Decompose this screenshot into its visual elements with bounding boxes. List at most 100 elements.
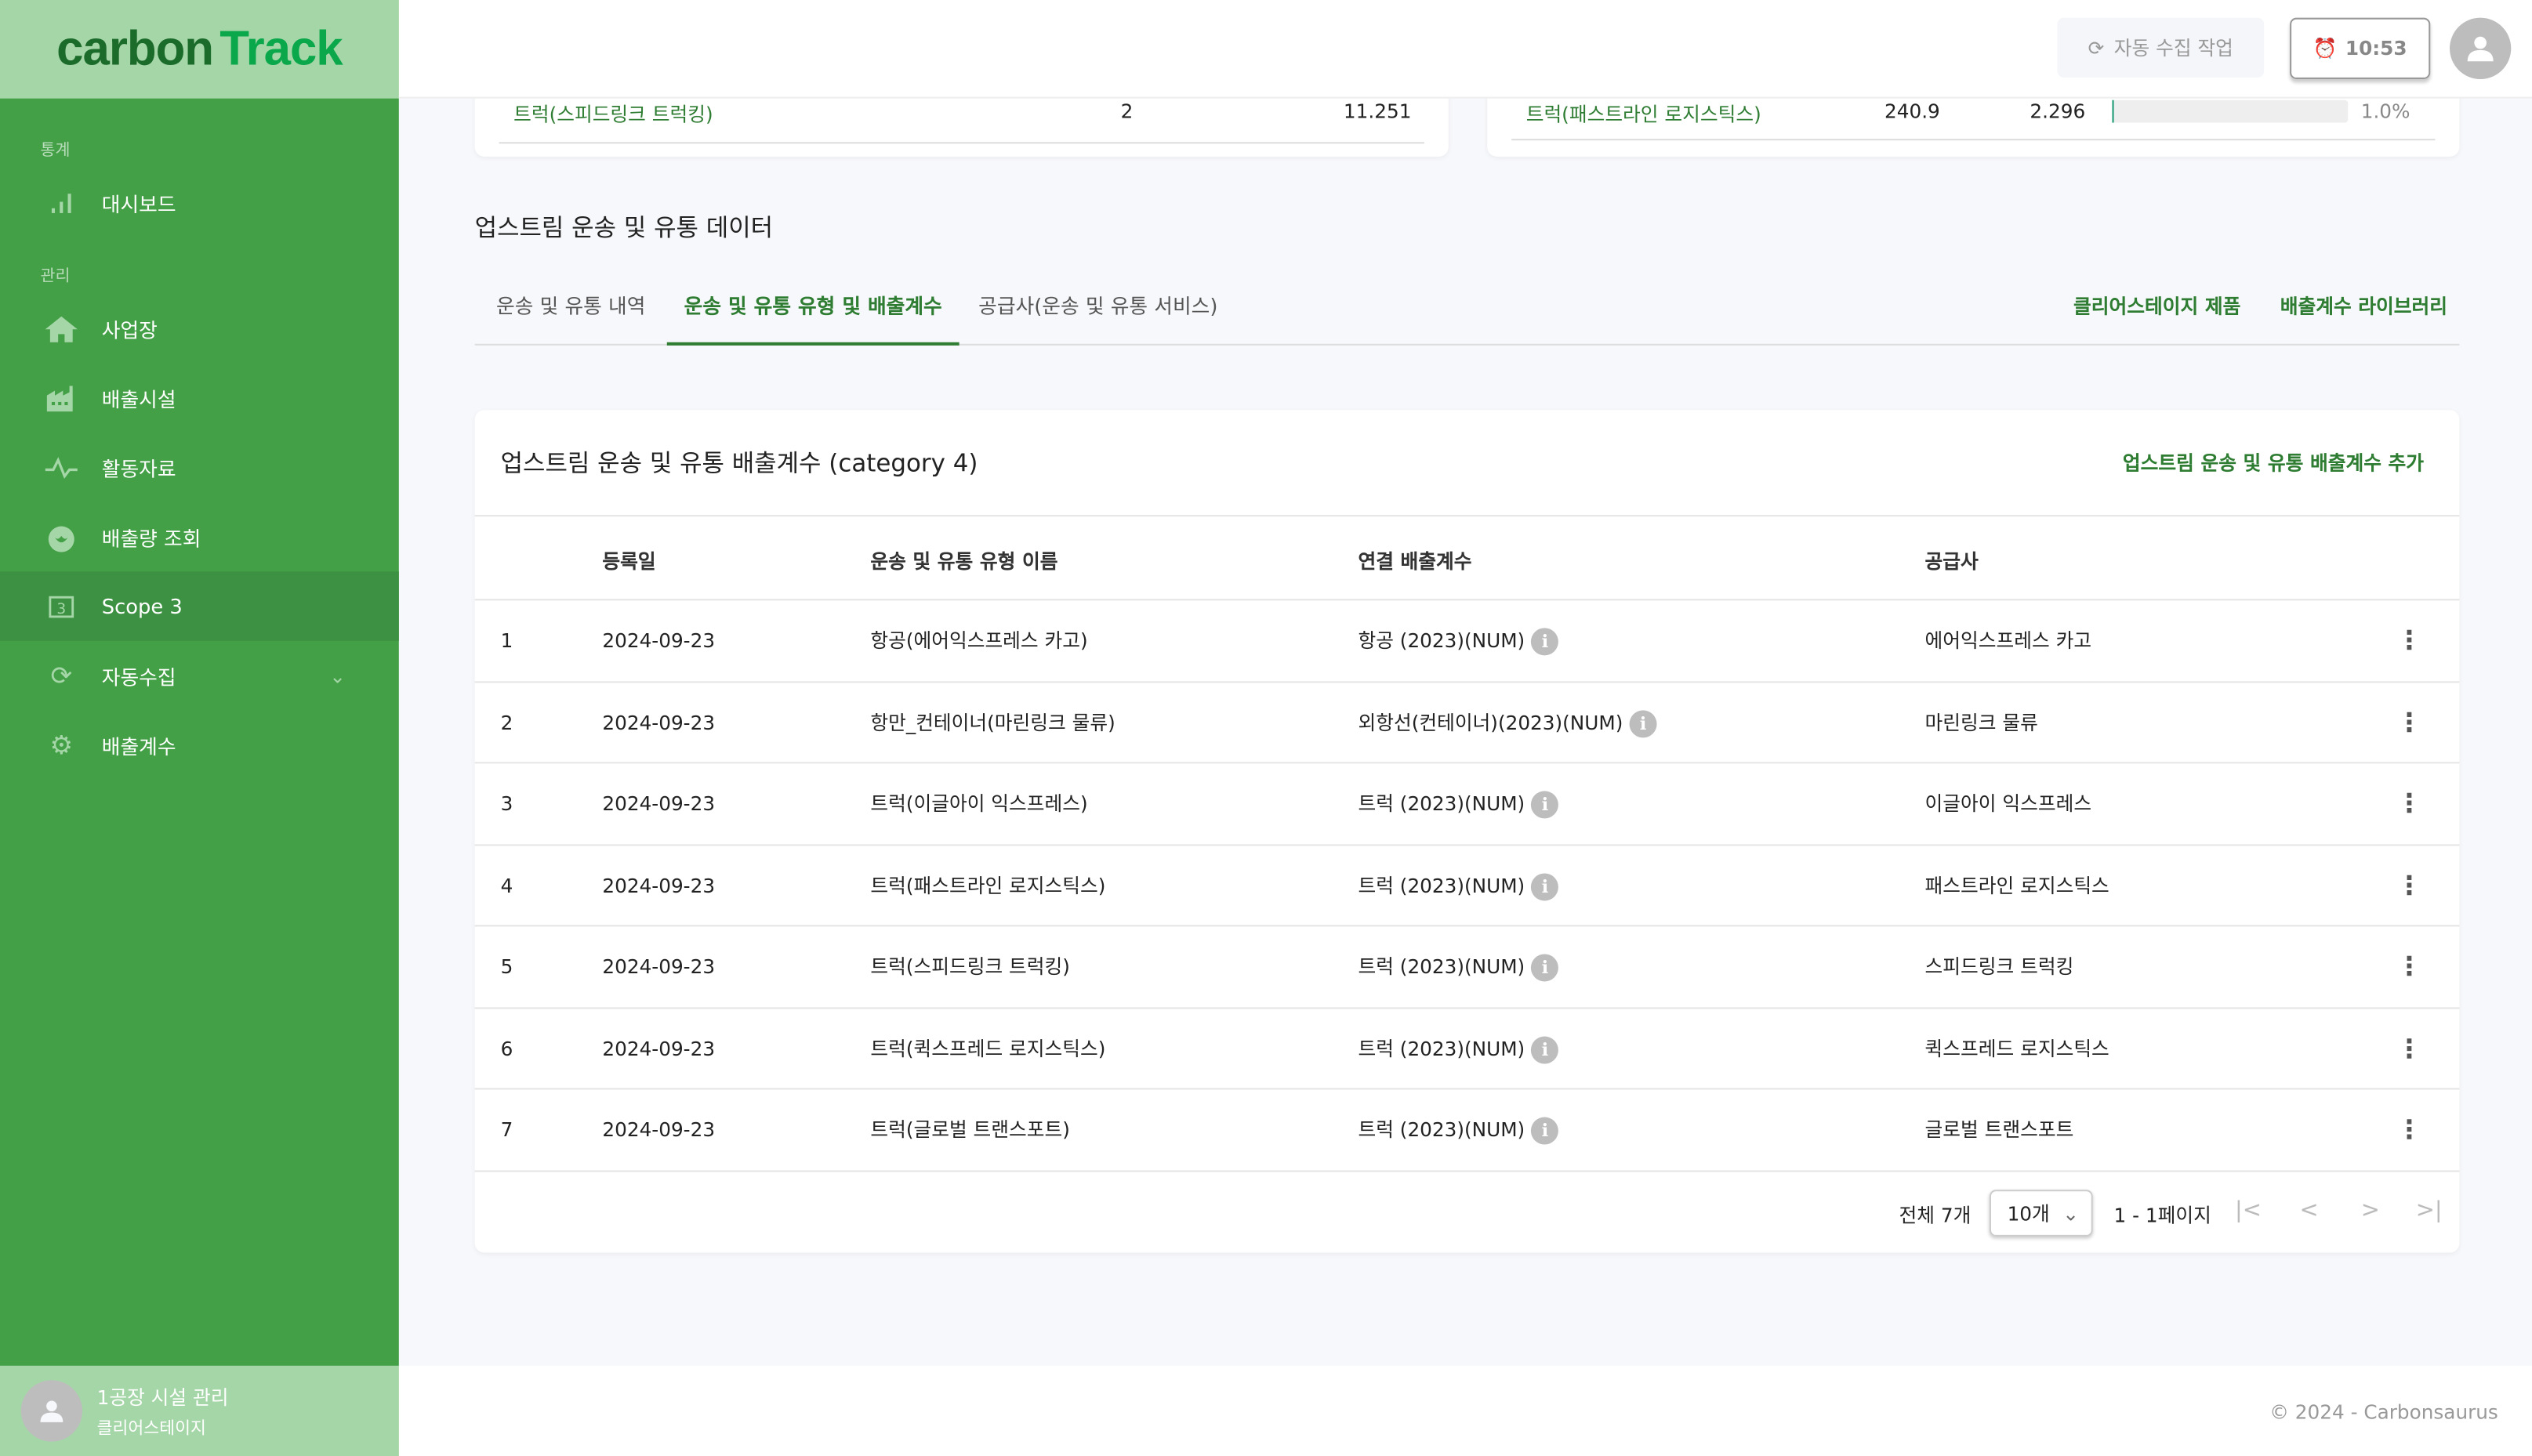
page-size-value: 10개 <box>2007 1202 2050 1226</box>
more-vert-icon[interactable]: ⋮ <box>2396 845 2422 925</box>
more-vert-icon[interactable]: ⋮ <box>2396 1008 2422 1088</box>
table-row[interactable]: 1 2024-09-23 항공(에어익스프레스 카고) 항공 (2023)(NU… <box>474 599 2460 681</box>
more-vert-icon[interactable]: ⋮ <box>2396 1090 2422 1171</box>
prev-row-value2: 2.296 <box>2030 100 2086 123</box>
link-factor-library[interactable]: 배출계수 라이브러리 <box>2280 271 2447 342</box>
table-row[interactable]: 6 2024-09-23 트럭(퀵스프레드 로지스틱스) 트럭 (2023)(N… <box>474 1006 2460 1088</box>
row-factor: 트럭 (2023)(NUM) <box>1358 792 1525 816</box>
avatar <box>20 1380 83 1442</box>
tab-transport-history[interactable]: 운송 및 유통 내역 <box>475 271 667 346</box>
row-number: 3 <box>500 792 513 816</box>
activity-icon <box>45 451 78 484</box>
scope3-icon: 3 <box>45 590 78 622</box>
home-icon <box>45 313 78 345</box>
chevron-down-icon: ⌄ <box>2062 1201 2079 1225</box>
svg-text:3: 3 <box>56 600 66 617</box>
factor-table-card: 업스트림 운송 및 유통 배출계수 (category 4) 업스트림 운송 및… <box>474 410 2460 1253</box>
prev-row-value1: 240.9 <box>1884 100 1940 123</box>
info-icon[interactable]: i <box>1531 791 1559 819</box>
sidebar-item-label: Scope 3 <box>101 594 183 618</box>
sidebar-item-emission-factors[interactable]: ⚙ 배출계수 <box>0 710 399 780</box>
row-type-name: 트럭(퀵스프레드 로지스틱스) <box>870 1037 1106 1060</box>
prev-row-name[interactable]: 트럭(패스트라인 로지스틱스) <box>1526 100 1761 128</box>
col-header-type-name[interactable]: 운송 및 유통 유형 이름 <box>870 547 1057 574</box>
session-time: 10:53 <box>2345 37 2407 60</box>
table-row[interactable]: 7 2024-09-23 트럭(글로벌 트랜스포트) 트럭 (2023)(NUM… <box>474 1088 2460 1171</box>
col-header-factor[interactable]: 연결 배출계수 <box>1358 547 1471 574</box>
tab-transport-types-factors[interactable]: 운송 및 유통 유형 및 배출계수 <box>666 271 959 346</box>
row-date: 2024-09-23 <box>602 792 716 816</box>
first-page-icon[interactable]: |< <box>2235 1198 2262 1224</box>
sidebar-item-label: 활동자료 <box>101 456 176 481</box>
info-icon[interactable]: i <box>1531 954 1559 982</box>
sidebar-item-auto-collect[interactable]: ⟳ 자동수집 ⌄ <box>0 641 399 711</box>
user-profile[interactable]: 1공장 시설 관리 클리어스테이지 <box>0 1365 399 1456</box>
table-row[interactable]: 3 2024-09-23 트럭(이글아이 익스프레스) 트럭 (2023)(NU… <box>474 762 2460 844</box>
tab-suppliers[interactable]: 공급사(운송 및 유통 서비스) <box>959 271 1237 346</box>
tab-bar: 운송 및 유통 내역 운송 및 유통 유형 및 배출계수 공급사(운송 및 유통… <box>474 271 2460 346</box>
row-type-name: 트럭(패스트라인 로지스틱스) <box>870 874 1106 897</box>
row-number: 5 <box>500 955 513 979</box>
add-factor-button[interactable]: 업스트림 운송 및 유통 배출계수 추가 <box>2123 449 2424 476</box>
logo-text-carbon: carbon <box>56 21 214 75</box>
table-row[interactable]: 5 2024-09-23 트럭(스피드링크 트럭킹) 트럭 (2023)(NUM… <box>474 925 2460 1007</box>
sidebar-item-label: 배출시설 <box>101 387 176 412</box>
sidebar-item-emissions[interactable]: 배출량 조회 <box>0 502 399 572</box>
row-date: 2024-09-23 <box>602 955 716 979</box>
row-date: 2024-09-23 <box>602 1037 716 1060</box>
more-vert-icon[interactable]: ⋮ <box>2396 763 2422 844</box>
prev-row-name[interactable]: 트럭(스피드링크 트럭킹) <box>513 100 713 128</box>
next-page-icon[interactable]: > <box>2361 1198 2380 1224</box>
page-size-select[interactable]: 10개 ⌄ <box>1989 1190 2093 1237</box>
row-number: 7 <box>500 1118 513 1142</box>
top-bar: ⟳ 자동 수집 작업 ⏰ 10:53 <box>398 0 2532 99</box>
prev-row-count: 2 <box>1120 100 1134 123</box>
more-vert-icon[interactable]: ⋮ <box>2396 682 2422 762</box>
table-row[interactable]: 4 2024-09-23 트럭(패스트라인 로지스틱스) 트럭 (2023)(N… <box>474 843 2460 925</box>
table-row[interactable]: 2 2024-09-23 항만_컨테이너(마린링크 물류) 외항선(컨테이너)(… <box>474 680 2460 762</box>
progress-bar <box>2112 100 2349 123</box>
prev-page-icon[interactable]: < <box>2299 1198 2318 1224</box>
chevron-down-icon[interactable]: ⌄ <box>329 665 346 687</box>
row-supplier: 스피드링크 트럭킹 <box>1924 955 2074 979</box>
info-icon[interactable]: i <box>1531 872 1559 900</box>
sidebar-item-label: 배출계수 <box>101 734 176 759</box>
sidebar: carbon Track 통계 대시보드 관리 사업장 배출시설 활동자료 배출량… <box>0 0 399 1456</box>
row-factor: 항공 (2023)(NUM) <box>1358 629 1525 653</box>
sync-icon: ⟳ <box>2088 36 2105 60</box>
progress-percent: 1.0% <box>2360 100 2410 123</box>
more-vert-icon[interactable]: ⋮ <box>2396 926 2422 1007</box>
link-clearstage-products[interactable]: 클리어스테이지 제품 <box>2073 271 2240 342</box>
more-vert-icon[interactable]: ⋮ <box>2396 600 2422 681</box>
logo[interactable]: carbon Track <box>0 0 399 99</box>
info-icon[interactable]: i <box>1531 1117 1559 1145</box>
section-label-stats: 통계 <box>40 142 71 160</box>
sidebar-item-dashboard[interactable]: 대시보드 <box>0 168 399 237</box>
info-icon[interactable]: i <box>1531 1035 1559 1063</box>
info-icon[interactable]: i <box>1629 709 1657 737</box>
sidebar-item-scope3[interactable]: 3 Scope 3 <box>0 571 399 641</box>
user-menu-button[interactable] <box>2450 17 2512 79</box>
row-number: 2 <box>500 711 513 734</box>
prev-row-value: 11.251 <box>1343 100 1412 123</box>
row-number: 4 <box>500 874 513 897</box>
session-timer-button[interactable]: ⏰ 10:53 <box>2290 17 2431 79</box>
sidebar-item-label: 배출량 조회 <box>101 526 201 551</box>
auto-collect-job-button[interactable]: ⟳ 자동 수집 작업 <box>2057 17 2265 78</box>
info-icon[interactable]: i <box>1531 628 1559 656</box>
sidebar-item-sites[interactable]: 사업장 <box>0 294 399 364</box>
table-title: 업스트림 운송 및 유통 배출계수 (category 4) <box>500 448 978 478</box>
table-header: 등록일 운송 및 유통 유형 이름 연결 배출계수 공급사 <box>474 515 2460 599</box>
last-page-icon[interactable]: >| <box>2416 1198 2443 1224</box>
col-header-date[interactable]: 등록일 <box>602 547 655 574</box>
col-header-supplier[interactable]: 공급사 <box>1925 547 1979 574</box>
user-org: 클리어스테이지 <box>96 1418 206 1438</box>
logo-text-track: Track <box>219 21 343 75</box>
sidebar-item-label: 자동수집 <box>101 665 176 690</box>
person-icon <box>40 1400 63 1422</box>
row-supplier: 글로벌 트랜스포트 <box>1924 1118 2074 1142</box>
row-type-name: 항만_컨테이너(마린링크 물류) <box>870 711 1115 734</box>
sidebar-item-activity[interactable]: 활동자료 <box>0 433 399 502</box>
sidebar-item-facilities[interactable]: 배출시설 <box>0 364 399 433</box>
row-supplier: 퀵스프레드 로지스틱스 <box>1924 1037 2109 1060</box>
